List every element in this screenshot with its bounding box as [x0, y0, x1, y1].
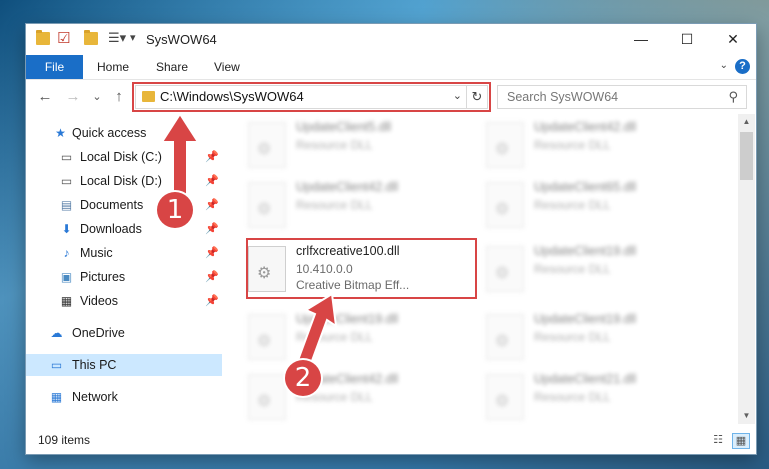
- window-title: SysWOW64: [146, 32, 217, 47]
- pin-icon: 📌: [205, 295, 219, 307]
- tiles-view-icon[interactable]: ▦: [732, 433, 750, 449]
- video-icon: ▦: [60, 294, 73, 308]
- file-description: Resource DLL: [534, 330, 611, 344]
- file-name: UpdateClient19.dll: [534, 244, 637, 258]
- ribbon-tabs: File Home Share View ⌄ ?: [26, 55, 756, 80]
- sidebar-item-onedrive[interactable]: ☁ OneDrive: [26, 322, 222, 344]
- file-item[interactable]: UpdateClient5.dll Resource DLL: [248, 118, 478, 172]
- dll-file-icon: [486, 246, 524, 292]
- file-description: Resource DLL: [534, 138, 611, 152]
- drive-icon: ▭: [60, 150, 73, 164]
- file-item[interactable]: UpdateClient21.dll Resource DLL: [486, 370, 716, 424]
- search-icon[interactable]: ⚲: [728, 89, 738, 105]
- sidebar-item-network[interactable]: ▦ Network: [26, 386, 222, 408]
- pin-icon: 📌: [205, 247, 219, 259]
- file-name: UpdateClient65.dll: [534, 180, 637, 194]
- back-button[interactable]: ←: [36, 87, 54, 107]
- file-item[interactable]: UpdateClient19.dll Resource DLL: [486, 310, 716, 364]
- maximize-button[interactable]: ☐: [664, 24, 710, 55]
- recent-locations-button[interactable]: ⌄: [88, 87, 106, 107]
- step-1-badge: 1: [157, 192, 193, 228]
- dll-file-icon: [248, 122, 286, 168]
- file-item[interactable]: UpdateClient42.dll Resource DLL: [248, 370, 478, 424]
- dll-file-icon: [248, 314, 286, 360]
- sidebar-item-label: Network: [72, 390, 118, 404]
- file-name: UpdateClient19.dll: [534, 312, 637, 326]
- expand-ribbon-icon[interactable]: ⌄: [720, 60, 728, 71]
- file-name: UpdateClient42.dll: [534, 120, 637, 134]
- file-item[interactable]: UpdateClient42.dll Resource DLL: [486, 118, 716, 172]
- minimize-button[interactable]: —: [618, 24, 664, 55]
- computer-icon: ▭: [50, 358, 63, 372]
- file-name: UpdateClient5.dll: [296, 120, 392, 134]
- file-description: Resource DLL: [534, 390, 611, 404]
- dll-file-icon: [248, 182, 286, 228]
- properties-icon[interactable]: ☑: [57, 29, 71, 47]
- cloud-icon: ☁: [50, 326, 63, 340]
- tab-home[interactable]: Home: [97, 55, 129, 79]
- scroll-up-icon[interactable]: ▲: [738, 114, 755, 130]
- scroll-down-icon[interactable]: ▼: [738, 408, 755, 424]
- pin-icon: 📌: [205, 271, 219, 283]
- file-description: Resource DLL: [296, 138, 373, 152]
- details-view-icon[interactable]: ☷: [710, 433, 726, 447]
- status-bar: 109 items ☷ ▦: [26, 426, 756, 454]
- up-button[interactable]: ↑: [110, 87, 128, 107]
- tab-view[interactable]: View: [214, 55, 240, 79]
- sidebar-item-label: Pictures: [80, 270, 126, 284]
- sidebar-item-music[interactable]: ♪ Music 📌: [26, 242, 222, 264]
- file-item[interactable]: UpdateClient19.dll Resource DLL: [486, 242, 716, 296]
- dll-file-icon: [486, 314, 524, 360]
- file-item[interactable]: UpdateClient42.dll Resource DLL: [248, 178, 478, 232]
- sidebar-item-label: This PC: [72, 358, 117, 372]
- quick-access-toolbar-dropdown-icon[interactable]: ▾: [130, 31, 144, 44]
- download-icon: ⬇: [61, 222, 72, 236]
- new-folder-icon[interactable]: [84, 30, 98, 45]
- documents-icon: ▤: [60, 198, 73, 212]
- sidebar-item-label: Downloads: [80, 222, 142, 236]
- dll-file-icon: [486, 374, 524, 420]
- sidebar-item-this-pc[interactable]: ▭ This PC: [26, 354, 222, 376]
- dll-file-icon: [486, 182, 524, 228]
- step-2-badge: 2: [285, 360, 321, 396]
- sidebar-item-pictures[interactable]: ▣ Pictures 📌: [26, 266, 222, 288]
- music-icon: ♪: [63, 246, 70, 260]
- address-highlight-box: [132, 82, 491, 112]
- file-name: UpdateClient21.dll: [534, 372, 637, 386]
- sidebar-item-label: Music: [80, 246, 113, 260]
- file-item[interactable]: UpdateClient19.dll Resource DLL: [248, 310, 478, 364]
- file-item[interactable]: UpdateClient65.dll Resource DLL: [486, 178, 716, 232]
- close-button[interactable]: ✕: [710, 24, 756, 55]
- sidebar-item-label: OneDrive: [72, 326, 125, 340]
- tab-file[interactable]: File: [26, 55, 83, 79]
- customize-toolbar-icon[interactable]: ☰▾: [108, 30, 126, 45]
- file-highlight-box: [246, 238, 477, 299]
- search-box[interactable]: Search SysWOW64 ⚲: [497, 85, 747, 109]
- sidebar-item-label: Videos: [80, 294, 118, 308]
- search-input[interactable]: Search SysWOW64: [507, 90, 618, 104]
- vertical-scrollbar[interactable]: ▲ ▼: [738, 114, 755, 424]
- file-name: UpdateClient42.dll: [296, 180, 399, 194]
- item-count: 109 items: [38, 433, 91, 447]
- file-description: Resource DLL: [296, 198, 373, 212]
- file-description: Resource DLL: [534, 198, 611, 212]
- tab-share[interactable]: Share: [156, 55, 188, 79]
- file-explorer-window: ☑ ☰▾ ▾ SysWOW64 — ☐ ✕ File Home Share Vi…: [26, 24, 756, 454]
- pictures-icon: ▣: [60, 270, 73, 284]
- help-icon[interactable]: ?: [735, 59, 750, 74]
- file-description: Resource DLL: [534, 262, 611, 276]
- forward-button[interactable]: →: [64, 87, 82, 107]
- folder-icon: [36, 30, 50, 45]
- scrollbar-thumb[interactable]: [740, 132, 753, 180]
- drive-icon: ▭: [60, 174, 73, 188]
- network-icon: ▦: [50, 390, 63, 404]
- title-bar: ☑ ☰▾ ▾ SysWOW64 — ☐ ✕: [26, 24, 756, 55]
- sidebar-item-videos[interactable]: ▦ Videos 📌: [26, 290, 222, 312]
- dll-file-icon: [248, 374, 286, 420]
- star-icon: ★: [55, 126, 66, 140]
- sidebar-item-label: Documents: [80, 198, 144, 212]
- sidebar-item-label: Quick access: [72, 126, 147, 140]
- navigation-bar: ← → ⌄ ↑ C:\Windows\SysWOW64 ⌄ ↻ Search S…: [26, 80, 756, 114]
- dll-file-icon: [486, 122, 524, 168]
